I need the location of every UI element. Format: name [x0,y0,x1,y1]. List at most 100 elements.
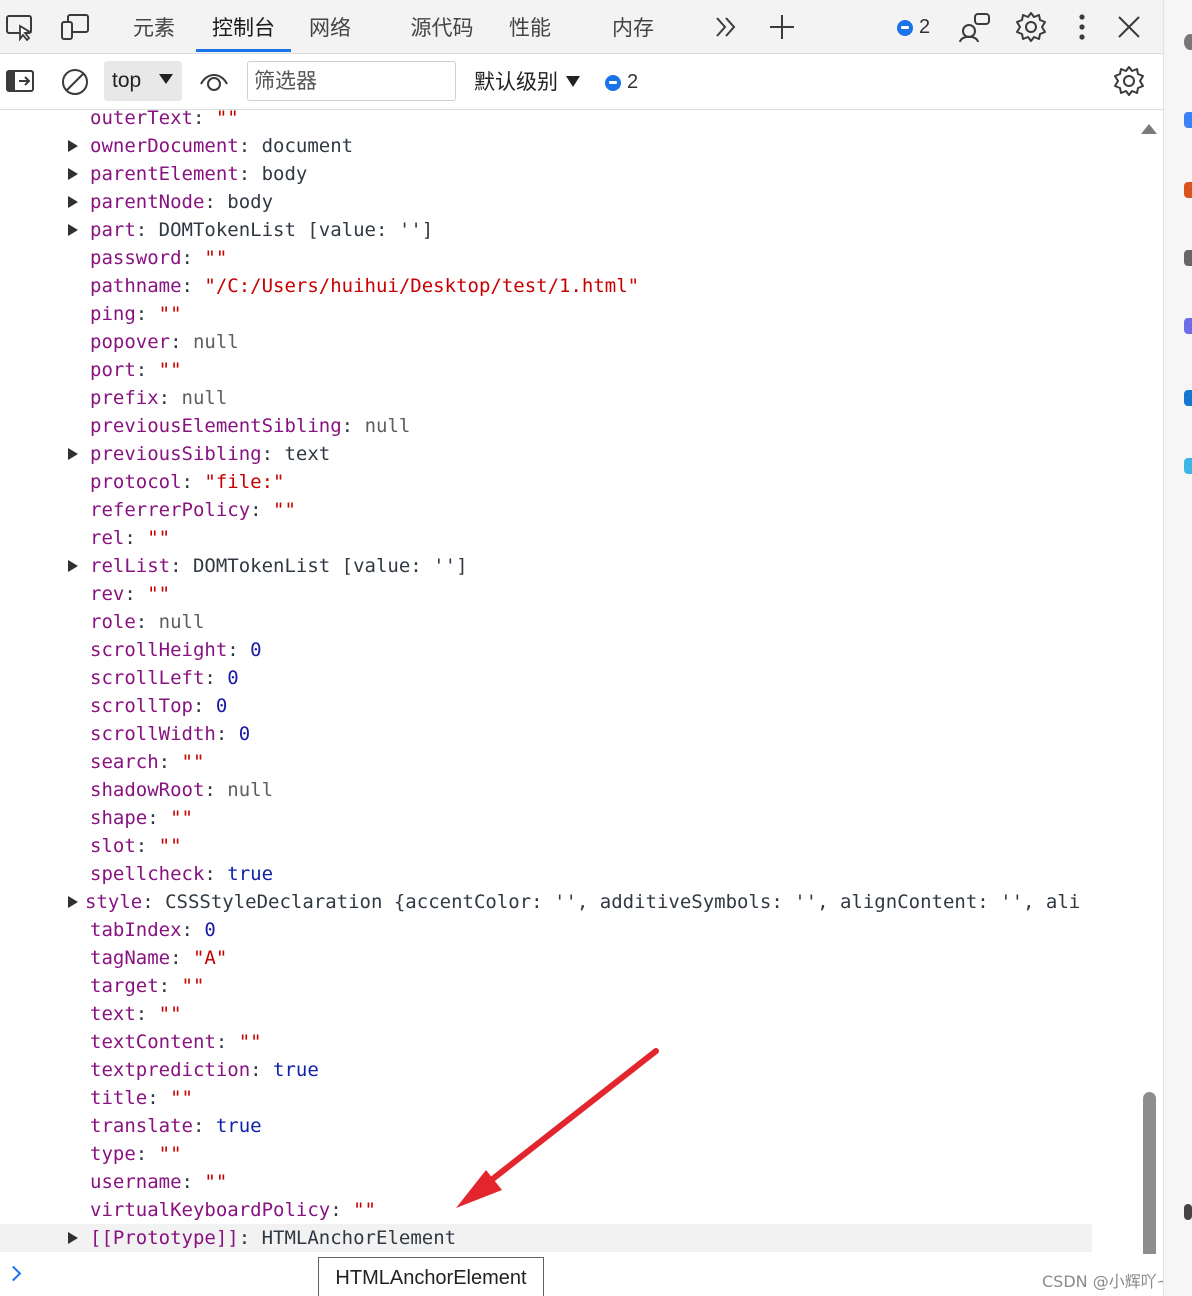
property-value: "file:" [204,471,285,493]
key-separator: : [142,891,166,913]
property-row: target: "" [0,972,1092,1000]
console-prompt[interactable] [0,1254,1163,1296]
issues-message-badge[interactable]: 2 [897,16,930,39]
more-tabs-chevron-icon[interactable] [708,12,744,42]
tab-performance[interactable]: 性能 [500,0,560,53]
clear-console-icon[interactable] [58,66,92,98]
property-row: virtualKeyboardPolicy: "" [0,1196,1092,1224]
expand-triangle-icon[interactable] [68,448,78,460]
property-value: null [181,387,228,409]
property-value: "" [273,499,296,521]
tab-elements[interactable]: 元素 [122,0,186,53]
property-value: "" [238,1031,262,1053]
console-settings-gear-icon[interactable] [1110,64,1148,98]
customize-feedback-icon[interactable] [956,10,994,44]
property-row: rev: "" [0,580,1092,608]
sidebar-app-icon[interactable] [1184,112,1192,128]
more-options-kebab-icon[interactable] [1068,10,1096,44]
tab-console[interactable]: 控制台 [196,0,291,53]
live-expression-eye-icon[interactable] [196,66,232,98]
key-separator: : [238,1227,262,1249]
key-separator: : [204,779,228,801]
property-value: "" [158,303,182,325]
property-key: shape [90,807,148,829]
property-row: scrollTop: 0 [0,692,1092,720]
key-separator: : [124,527,148,549]
tab-network[interactable]: 网络 [298,0,362,53]
property-key: popover [90,331,171,353]
log-level-select[interactable]: 默认级别 [474,63,580,99]
expand-triangle-icon[interactable] [68,1232,78,1244]
inspect-element-icon[interactable] [4,12,36,42]
property-row: translate: true [0,1112,1092,1140]
prompt-chevron-icon [5,1265,22,1282]
key-separator: : [170,331,193,353]
property-row[interactable]: style: CSSStyleDeclaration {accentColor:… [0,888,1092,916]
show-sidebar-icon[interactable] [4,66,36,96]
tab-memory[interactable]: 内存 [602,0,664,53]
expand-triangle-icon[interactable] [68,140,78,152]
sidebar-app-icon[interactable] [1184,318,1192,334]
property-value: 0 [227,667,239,689]
key-separator: : [135,359,159,381]
key-separator: : [250,1059,274,1081]
property-entry: ownerDocument: document [90,132,353,160]
key-separator: : [147,807,171,829]
tab-label: 元素 [133,15,175,40]
sidebar-app-icon[interactable] [1184,34,1192,50]
tab-label: 控制台 [212,15,275,40]
scroll-up-arrow-icon[interactable] [1141,124,1157,134]
key-separator: : [147,1087,171,1109]
property-row[interactable]: previousSibling: text [0,440,1092,468]
expand-triangle-icon[interactable] [68,896,78,908]
sidebar-app-icon[interactable] [1184,1204,1192,1220]
key-separator: : [135,1143,159,1165]
property-entry: target: "" [90,972,204,1000]
property-value: "" [204,1171,228,1193]
property-key: prefix [90,387,159,409]
settings-gear-icon[interactable] [1012,10,1050,44]
property-row[interactable]: relList: DOMTokenList [value: ''] [0,552,1092,580]
property-row[interactable]: ownerDocument: document [0,132,1092,160]
expand-triangle-icon[interactable] [68,168,78,180]
sidebar-app-icon[interactable] [1184,390,1192,406]
property-key: target [90,975,159,997]
key-separator: : [135,611,159,633]
property-value: null [227,779,274,801]
property-row: password: "" [0,244,1092,272]
property-value: "" [158,1003,182,1025]
tab-sources[interactable]: 源代码 [400,0,484,53]
property-row: text: "" [0,1000,1092,1028]
property-row[interactable]: [[Prototype]]: HTMLAnchorElement [0,1224,1092,1252]
message-count: 2 [919,16,931,38]
expand-triangle-icon[interactable] [68,224,78,236]
console-toolbar: top 默认级别 2 [0,54,1163,110]
sidebar-app-icon[interactable] [1184,250,1192,266]
property-entry: protocol: "file:" [90,468,284,496]
key-separator: : [181,275,205,297]
property-key: textprediction [90,1059,251,1081]
expand-triangle-icon[interactable] [68,196,78,208]
property-entry: type: "" [90,1140,182,1168]
property-row: scrollHeight: 0 [0,636,1092,664]
property-entry: scrollHeight: 0 [90,636,262,664]
property-entry: spellcheck: true [90,860,273,888]
property-value: true [273,1059,319,1081]
close-devtools-icon[interactable] [1112,10,1146,44]
add-tab-plus-icon[interactable] [764,12,800,42]
device-toolbar-icon[interactable] [58,12,92,42]
execution-context-select[interactable]: top [104,61,182,101]
expand-triangle-icon[interactable] [68,560,78,572]
key-separator: : [227,639,251,661]
property-row[interactable]: parentNode: body [0,188,1092,216]
filter-input[interactable] [247,61,456,101]
sidebar-app-icon[interactable] [1184,458,1192,474]
property-entry: tabIndex: 0 [90,916,216,944]
property-row: popover: null [0,328,1092,356]
property-row[interactable]: part: DOMTokenList [value: ''] [0,216,1092,244]
property-value: "" [204,247,228,269]
property-row[interactable]: parentElement: body [0,160,1092,188]
sidebar-app-icon[interactable] [1184,182,1192,198]
issues-message-badge[interactable]: 2 [605,71,638,94]
property-key: role [90,611,136,633]
